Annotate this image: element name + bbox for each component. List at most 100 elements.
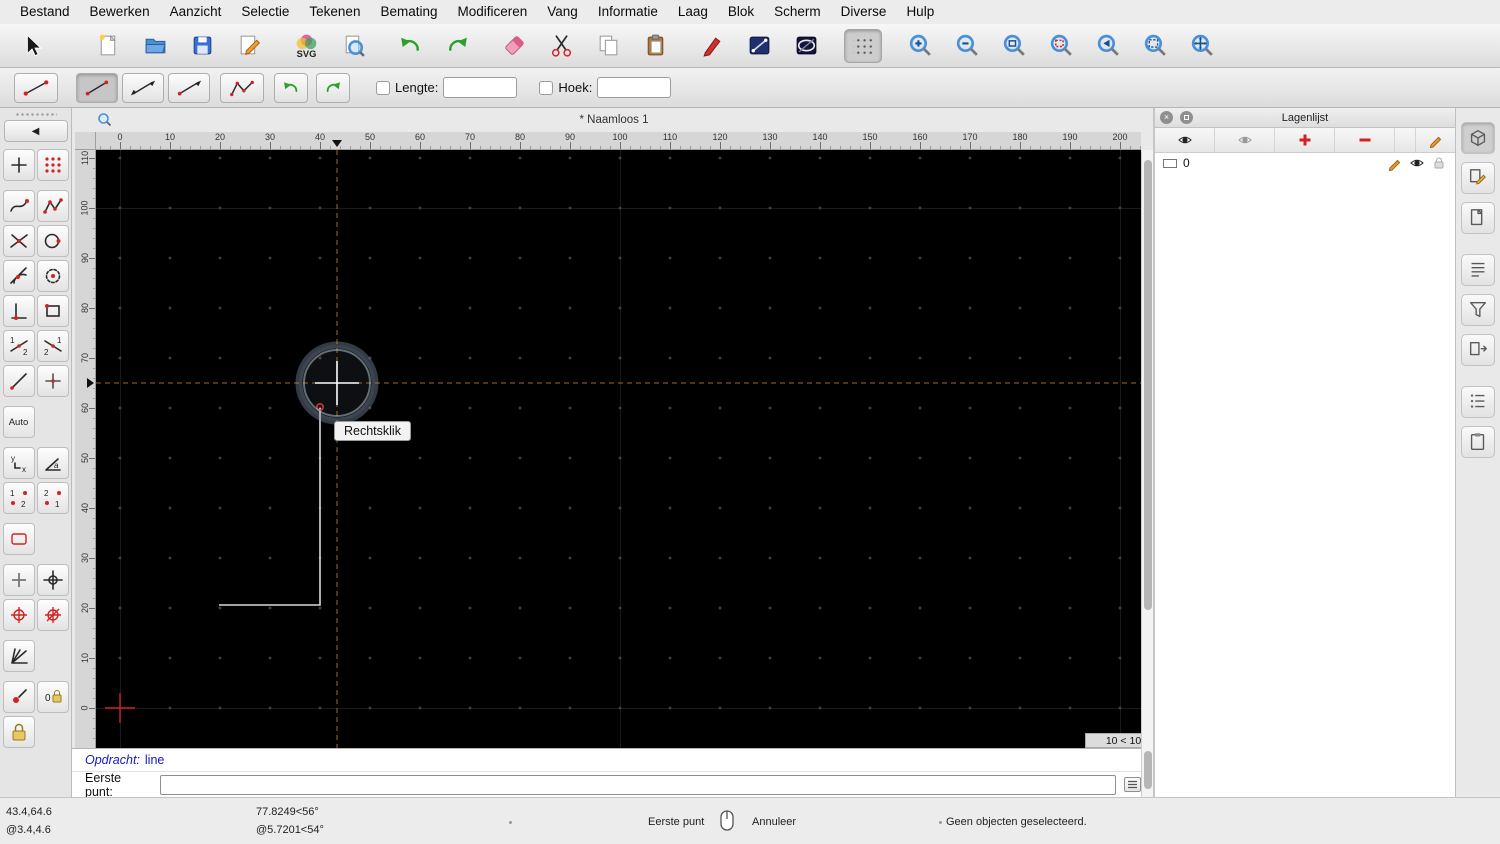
point-order-21-button[interactable]: 21	[37, 482, 69, 514]
point-order-12-button[interactable]: 12	[3, 482, 35, 514]
menu-item[interactable]: Hulp	[896, 0, 944, 24]
palette-drag-handle[interactable]	[15, 112, 57, 117]
menu-item[interactable]: Bewerken	[80, 0, 160, 24]
menu-item[interactable]: Informatie	[588, 0, 668, 24]
scrollbar-thumb[interactable]	[1144, 751, 1152, 789]
hide-all-layers-button[interactable]	[1215, 128, 1275, 152]
command-input[interactable]	[160, 775, 1116, 795]
line-both-directions-button[interactable]	[122, 73, 164, 103]
redo-button[interactable]	[438, 29, 476, 63]
polyline-button[interactable]	[220, 73, 264, 103]
menu-item[interactable]: Aanzicht	[160, 0, 232, 24]
ray-button[interactable]	[168, 73, 210, 103]
float-panel-icon[interactable]	[1180, 111, 1193, 124]
target-cross-button[interactable]	[3, 599, 35, 631]
command-history[interactable]: Opdracht: line	[72, 748, 1141, 771]
line-segment-button[interactable]	[76, 73, 118, 103]
lock-button[interactable]	[3, 716, 35, 748]
block-edit-button[interactable]	[740, 29, 778, 63]
length-checkbox[interactable]	[376, 81, 390, 95]
layer-lock-icon[interactable]	[1431, 155, 1447, 171]
target-cross-diagonal-button[interactable]	[37, 599, 69, 631]
relative-zero-plus-button[interactable]	[3, 564, 35, 596]
undo-button[interactable]	[391, 29, 429, 63]
drawing-canvas[interactable]: Rechtsklik	[96, 150, 1141, 748]
command-scrollbar[interactable]	[1141, 748, 1153, 797]
menu-item[interactable]: Scherm	[764, 0, 831, 24]
zero-lock-button[interactable]: 0	[37, 681, 69, 713]
menu-item[interactable]: Vang	[537, 0, 588, 24]
snap-tangent-button[interactable]	[3, 260, 35, 292]
current-tool-line-button[interactable]	[14, 73, 58, 103]
angle-checkbox[interactable]	[539, 81, 553, 95]
menu-item[interactable]: Bestand	[10, 0, 80, 24]
remove-layer-button[interactable]	[1335, 128, 1395, 152]
snap-auto-mode-button[interactable]: Auto	[3, 406, 35, 438]
snap-points-button[interactable]	[37, 190, 69, 222]
snap-center-button[interactable]	[37, 260, 69, 292]
dock-clipboard-panel-button[interactable]	[1461, 426, 1495, 458]
menu-item[interactable]: Modificeren	[448, 0, 538, 24]
redo-segment-button[interactable]	[316, 73, 350, 103]
layer-row[interactable]: 0	[1155, 153, 1455, 173]
menu-item[interactable]: Tekenen	[299, 0, 370, 24]
add-layer-button[interactable]	[1275, 128, 1335, 152]
restrict-box-button[interactable]	[3, 523, 35, 555]
dock-command-line-button[interactable]	[1461, 386, 1495, 418]
collapse-palette-button[interactable]: ◀	[4, 120, 68, 142]
dock-library-browser-button[interactable]	[1461, 334, 1495, 366]
grid-toggle-button[interactable]	[844, 29, 882, 63]
coordinate-polar-button[interactable]: a	[37, 447, 69, 479]
zoom-in-button[interactable]	[901, 29, 939, 63]
undo-segment-button[interactable]	[274, 73, 308, 103]
ellipse-tool-button[interactable]	[787, 29, 825, 63]
new-file-button[interactable]	[89, 29, 127, 63]
save-button[interactable]	[183, 29, 221, 63]
protractor-button[interactable]	[3, 640, 35, 672]
snap-intersection-button[interactable]	[3, 225, 35, 257]
length-input[interactable]	[443, 77, 517, 98]
svg-export-button[interactable]: SVG	[287, 29, 325, 63]
menu-item[interactable]: Bemating	[370, 0, 447, 24]
edit-layer-button[interactable]	[1415, 128, 1455, 152]
layer-visibility-eye-icon[interactable]	[1409, 155, 1425, 171]
zoom-out-button[interactable]	[948, 29, 986, 63]
crosshair-button[interactable]	[37, 564, 69, 596]
snap-entity-end-button[interactable]	[37, 225, 69, 257]
open-file-button[interactable]	[136, 29, 174, 63]
menu-item[interactable]: Blok	[718, 0, 764, 24]
close-panel-icon[interactable]: ×	[1160, 111, 1173, 124]
zoom-window-button[interactable]	[1136, 29, 1174, 63]
dock-selection-filter-button[interactable]	[1461, 294, 1495, 326]
dock-view-list-button[interactable]	[1461, 254, 1495, 286]
command-options-button[interactable]	[1124, 777, 1141, 792]
restrict-crosshair-button[interactable]	[37, 365, 69, 397]
dock-property-editor-button[interactable]	[1461, 122, 1495, 154]
snap-grid-button[interactable]	[37, 149, 69, 181]
coordinate-cartesian-button[interactable]: yx	[3, 447, 35, 479]
dock-block-list-button[interactable]	[1461, 202, 1495, 234]
snap-auto-button[interactable]	[3, 149, 35, 181]
menu-item[interactable]: Selectie	[231, 0, 299, 24]
snap-lock-button[interactable]	[3, 681, 35, 713]
cut-button[interactable]	[542, 29, 580, 63]
zoom-selection-button[interactable]	[1042, 29, 1080, 63]
snap-reference-button[interactable]	[37, 295, 69, 327]
snap-perpendicular-button[interactable]	[3, 295, 35, 327]
pen-button[interactable]	[693, 29, 731, 63]
show-all-layers-button[interactable]	[1155, 128, 1215, 152]
menu-item[interactable]: Diverse	[831, 0, 897, 24]
angle-input[interactable]	[597, 77, 671, 98]
paste-button[interactable]	[636, 29, 674, 63]
layer-edit-pencil-icon[interactable]	[1387, 155, 1403, 171]
pan-zoom-button[interactable]	[1183, 29, 1221, 63]
snap-ref-2-button[interactable]: 21	[37, 330, 69, 362]
previous-view-button[interactable]	[1089, 29, 1127, 63]
snap-free-button[interactable]	[3, 190, 35, 222]
snap-ref-1-button[interactable]: 12	[3, 330, 35, 362]
dock-layer-list-button[interactable]	[1461, 162, 1495, 194]
pointer-tool-button[interactable]	[12, 29, 50, 63]
edit-drawing-button[interactable]	[230, 29, 268, 63]
scrollbar-thumb[interactable]	[1144, 160, 1152, 610]
print-preview-button[interactable]	[334, 29, 372, 63]
